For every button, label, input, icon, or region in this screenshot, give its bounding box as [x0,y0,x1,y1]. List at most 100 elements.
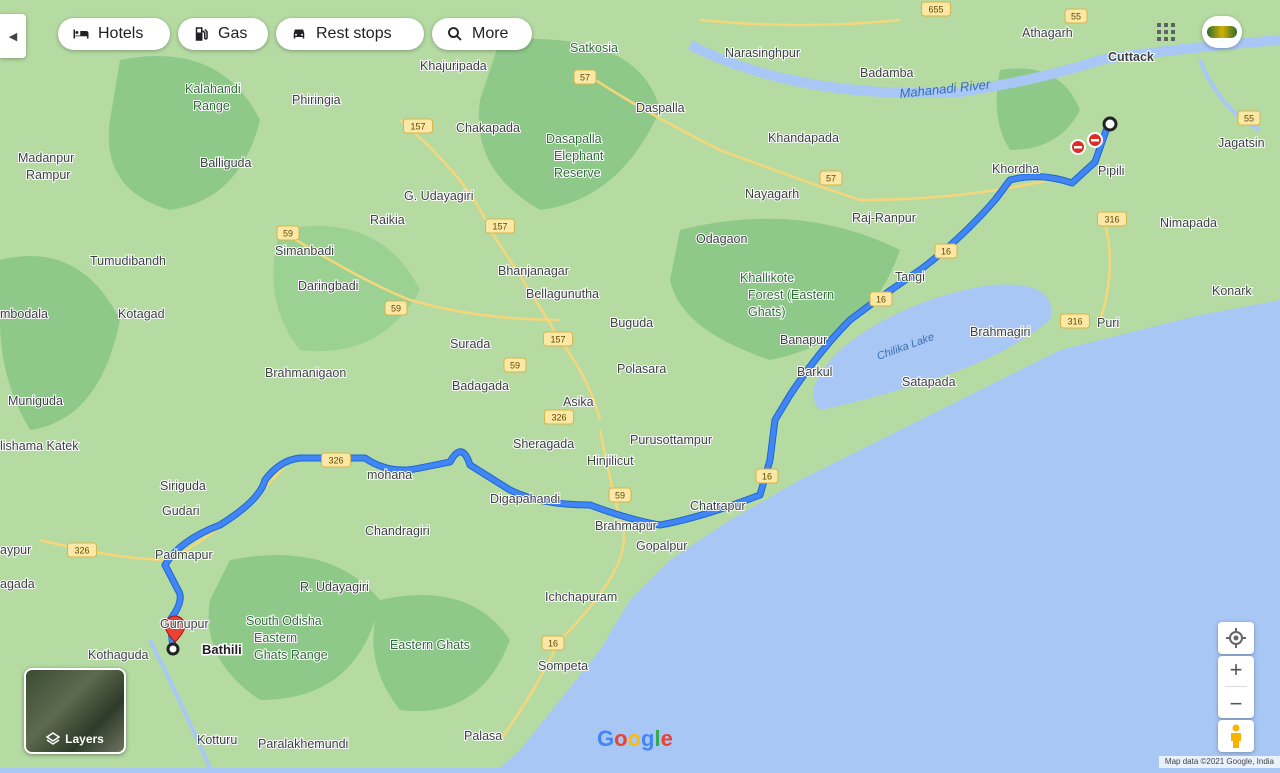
street-view-pegman[interactable] [1218,720,1254,752]
place-label: Bellagunutha [526,287,599,301]
place-label: Raj-Ranpur [852,211,916,225]
chip-rest-stops[interactable]: Rest stops [276,18,424,50]
place-label: mbodala [0,307,48,321]
layers-button[interactable]: Layers [24,668,126,754]
highway-shield: 326 [544,409,574,425]
place-label: Chandragiri [365,524,430,538]
place-label: Balliguda [200,156,251,170]
svg-text:16: 16 [548,639,558,649]
place-label: Narasinghpur [725,46,800,60]
chip-gas[interactable]: Gas [178,18,268,50]
place-label: Badagada [452,379,509,393]
highway-shield: 59 [384,300,408,316]
place-label: Jagatsin [1218,136,1265,150]
place-label: Konark [1212,284,1252,298]
highway-shield: 57 [573,69,597,85]
chip-label: More [472,25,509,42]
account-avatar[interactable] [1202,16,1242,48]
svg-text:57: 57 [826,174,836,184]
place-label: Daspalla [636,101,685,115]
my-location-button[interactable] [1218,622,1254,654]
place-label: Athagarh [1022,26,1073,40]
place-label: Ichchapuram [545,590,617,604]
highway-shield: 316 [1060,313,1090,329]
svg-text:55: 55 [1244,114,1254,124]
apps-grid-button[interactable] [1152,18,1180,46]
place-label: Chatrapur [690,499,746,513]
place-label: mohana [367,468,412,482]
place-label: Siriguda [160,479,206,493]
zoom-divider [1225,686,1247,688]
place-label: Nayagarh [745,187,799,201]
crosshair-icon [1226,628,1246,648]
svg-text:59: 59 [510,361,520,371]
place-label: Purusottampur [630,433,712,447]
highway-shield: 157 [403,118,433,134]
place-label: Kothaguda [88,648,149,662]
car-icon [293,29,305,39]
road-closure-icon [1070,139,1086,155]
chip-more[interactable]: More [432,18,532,50]
svg-text:59: 59 [391,304,401,314]
place-label: Cuttack [1108,50,1154,64]
place-label: Buguda [610,316,653,330]
svg-text:316: 316 [1104,215,1119,225]
place-label: Khandapada [768,131,839,145]
place-label: Dasapalla Elephant Reserve [546,132,604,180]
place-label: Bhanjanagar [498,264,569,278]
highway-shield: 59 [276,225,300,241]
place-label: G. Udayagiri [404,189,473,203]
search-icon [448,27,462,41]
place-label: Eastern Ghats [390,638,470,652]
place-label: Satapada [902,375,956,389]
place-label: Asika [563,395,594,409]
zoom-out-button[interactable]: − [1230,691,1243,716]
svg-text:16: 16 [941,247,951,257]
pegman-icon [1231,724,1241,748]
place-label: Hinjilicut [587,454,634,468]
svg-text:55: 55 [1071,12,1081,22]
highway-shield: 157 [543,331,573,347]
place-label: Brahmagiri [970,325,1030,339]
place-label: Daringbadi [298,279,358,293]
place-label: Khajuripada [420,59,487,73]
svg-text:16: 16 [876,295,886,305]
collapse-panel-button[interactable]: ◀ [0,14,26,58]
avatar-logo-icon [1207,26,1237,38]
highway-shield: 55 [1237,110,1261,126]
chip-label: Hotels [98,25,144,42]
destination-marker [1102,116,1118,132]
place-label: Sheragada [513,437,574,451]
place-label: Palasa [464,729,502,743]
svg-text:59: 59 [283,229,293,239]
highway-shield: 55 [1064,8,1088,24]
highway-shield: 326 [67,542,97,558]
svg-text:157: 157 [550,335,565,345]
layers-icon [46,732,61,745]
place-label: Kotturu [197,733,237,747]
place-label: Pipili [1098,164,1124,178]
highway-shield: 16 [869,291,893,307]
highway-shield: 326 [321,452,351,468]
road-closure-icon [1087,132,1103,148]
highway-shield: 16 [541,635,565,651]
highway-shield: 57 [819,170,843,186]
place-label: Chakapada [456,121,520,135]
place-label: Sompeta [538,659,588,673]
bed-icon [73,29,89,39]
place-label: Kotagad [118,307,165,321]
chip-label: Gas [218,25,248,42]
fuel-pump-icon [195,27,208,41]
place-label: Digapahandi [490,492,560,506]
place-label: Puri [1097,316,1119,330]
place-label: lishama Katek [0,439,79,453]
chip-label: Rest stops [316,25,392,42]
zoom-in-button[interactable]: + [1230,658,1243,682]
place-label: Surada [450,337,490,351]
place-label: Odagaon [696,232,747,246]
map-canvas[interactable]: 655 55 57 157 57 55 316 59 157 16 16 59 157 316 59 326 3… [0,0,1280,769]
place-label: Tumudibandh [90,254,166,268]
apps-grid-icon [1157,23,1175,41]
place-label: Badamba [860,66,914,80]
chip-hotels[interactable]: Hotels [58,18,170,50]
